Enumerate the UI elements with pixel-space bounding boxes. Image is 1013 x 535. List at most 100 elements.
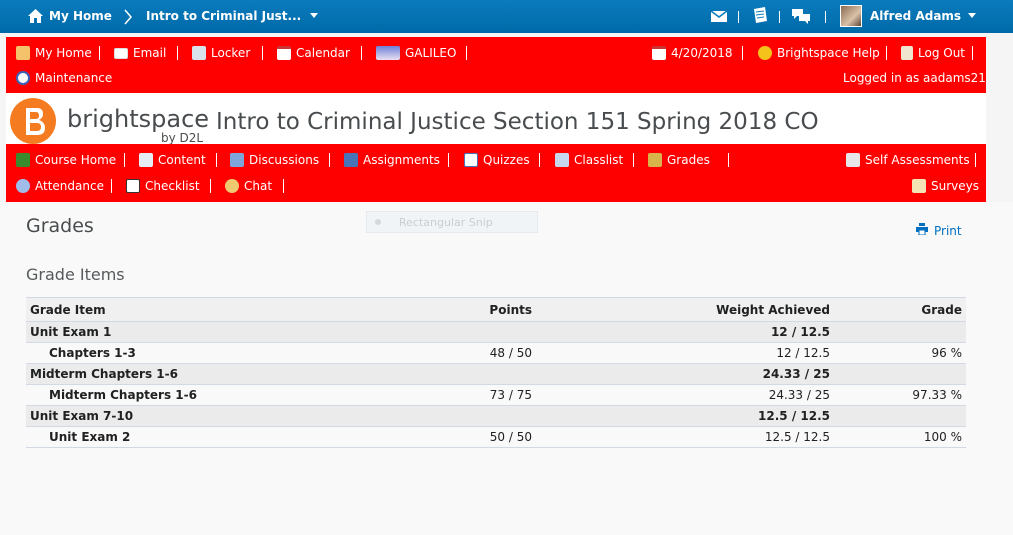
nav-maintenance[interactable]: Maintenance: [16, 71, 112, 85]
points-cell: 50 / 50: [396, 426, 536, 448]
mail-icon[interactable]: [710, 8, 728, 24]
table-row: Midterm Chapters 1-6 73 / 75 24.33 / 25 …: [26, 384, 966, 406]
divider: [99, 46, 100, 60]
chevron-down-icon: [310, 13, 319, 19]
grade-category: Unit Exam 7-10: [26, 405, 396, 427]
weight-cell: 12.5 / 12.5: [536, 426, 834, 448]
help-icon: [758, 46, 772, 60]
minibar: My Home Intro to Criminal Just... Alfred…: [0, 0, 1013, 33]
book-icon: [16, 153, 30, 167]
course-navbar: Course Home Content Discussions Assignme…: [6, 144, 986, 202]
nav-locker[interactable]: Locker: [192, 46, 250, 60]
grade-item: Unit Exam 2: [26, 426, 396, 448]
quizzes-icon: [464, 153, 478, 167]
page-title: Grades: [26, 215, 94, 237]
email-icon: [114, 47, 128, 59]
table-row: Unit Exam 1 12 / 12.5: [26, 321, 966, 343]
divider: [448, 153, 449, 167]
attendance-icon: [16, 179, 30, 193]
top-navbar: My Home Email Locker Calendar GALILEO 4/…: [6, 37, 986, 93]
grade-category: Unit Exam 1: [26, 321, 396, 343]
nav-surveys[interactable]: Surveys: [912, 179, 979, 193]
locker-icon: [192, 46, 206, 60]
print-button[interactable]: Print: [916, 223, 962, 238]
grades-icon: [648, 153, 662, 167]
weight-cell: 12 / 12.5: [536, 321, 834, 343]
divider: [738, 11, 739, 23]
nav-my-home[interactable]: My Home: [16, 46, 92, 60]
user-name: Alfred Adams: [870, 9, 962, 23]
course-selector[interactable]: Intro to Criminal Just...: [146, 9, 319, 23]
nav-brightspace-help[interactable]: Brightspace Help: [758, 46, 880, 60]
divider: [972, 46, 973, 60]
content-icon: [139, 153, 153, 167]
home-icon: [16, 46, 30, 60]
logout-icon: [901, 46, 913, 60]
divider: [210, 179, 211, 193]
nav-galileo[interactable]: GALILEO: [376, 46, 456, 60]
nav-quizzes[interactable]: Quizzes: [464, 153, 530, 167]
nav-email[interactable]: Email: [114, 46, 166, 60]
grade-cell: 100 %: [834, 426, 966, 448]
nav-date[interactable]: 4/20/2018: [652, 46, 733, 60]
divider: [177, 46, 178, 60]
divider: [216, 153, 217, 167]
maintenance-icon: [16, 71, 30, 85]
nav-grades[interactable]: Grades: [648, 153, 710, 167]
column-header: Grade Item: [26, 297, 396, 322]
weight-cell: 24.33 / 25: [536, 363, 834, 385]
nav-assignments[interactable]: Assignments: [344, 153, 440, 167]
chat-bubbles-icon[interactable]: [792, 8, 810, 24]
course-title: Intro to Criminal Justice Section 151 Sp…: [216, 109, 819, 135]
divider: [361, 46, 362, 60]
logged-in-text: Logged in as aadams21: [843, 71, 986, 85]
divider: [633, 153, 634, 167]
chevron-down-icon: [968, 13, 977, 19]
divider: [825, 11, 826, 23]
divider: [262, 46, 263, 60]
navbar-frame: My Home Email Locker Calendar GALILEO 4/…: [6, 37, 986, 202]
grade-item: Midterm Chapters 1-6: [26, 384, 396, 406]
surveys-icon: [912, 179, 926, 193]
table-row: Midterm Chapters 1-6 24.33 / 25: [26, 363, 966, 385]
user-menu[interactable]: Alfred Adams: [840, 5, 977, 27]
nav-course-home[interactable]: Course Home: [16, 153, 116, 167]
brand-sub: by D2L: [161, 131, 203, 145]
self-assessment-icon: [846, 153, 860, 167]
nav-attendance[interactable]: Attendance: [16, 179, 104, 193]
nav-classlist[interactable]: Classlist: [555, 153, 623, 167]
my-home-link[interactable]: My Home: [28, 9, 112, 23]
nav-self-assessments[interactable]: Self Assessments: [846, 153, 970, 167]
grades-table: Grade Item Points Weight Achieved Grade …: [26, 297, 966, 448]
nav-discussions[interactable]: Discussions: [230, 153, 319, 167]
grade-category: Midterm Chapters 1-6: [26, 363, 396, 385]
divider: [111, 179, 112, 193]
checklist-icon: [126, 179, 140, 193]
notes-icon[interactable]: [752, 7, 768, 25]
column-header: Grade: [834, 297, 966, 322]
section-title: Grade Items: [26, 265, 125, 284]
nav-content[interactable]: Content: [139, 153, 206, 167]
assignments-icon: [344, 153, 358, 167]
nav-calendar[interactable]: Calendar: [277, 46, 350, 60]
brightspace-logo[interactable]: brightspace by D2L: [9, 97, 209, 149]
grade-item: Chapters 1-3: [26, 342, 396, 364]
nav-log-out[interactable]: Log Out: [901, 46, 965, 60]
grade-cell: 96 %: [834, 342, 966, 364]
table-row: Unit Exam 2 50 / 50 12.5 / 12.5 100 %: [26, 426, 966, 448]
divider: [539, 153, 540, 167]
galileo-icon: [376, 46, 400, 60]
divider: [886, 46, 887, 60]
nav-chat[interactable]: Chat: [225, 179, 272, 193]
brand-name: brightspace: [67, 105, 209, 133]
divider: [329, 153, 330, 167]
divider: [779, 11, 780, 23]
nav-checklist[interactable]: Checklist: [126, 179, 200, 193]
snip-icon: [375, 219, 381, 225]
calendar-icon: [277, 46, 291, 60]
points-cell: 73 / 75: [396, 384, 536, 406]
table-header-row: Grade Item Points Weight Achieved Grade: [26, 297, 966, 322]
calendar-icon: [652, 46, 666, 60]
rectangular-snip-overlay: Rectangular Snip: [366, 211, 538, 233]
chat-icon: [225, 179, 239, 193]
